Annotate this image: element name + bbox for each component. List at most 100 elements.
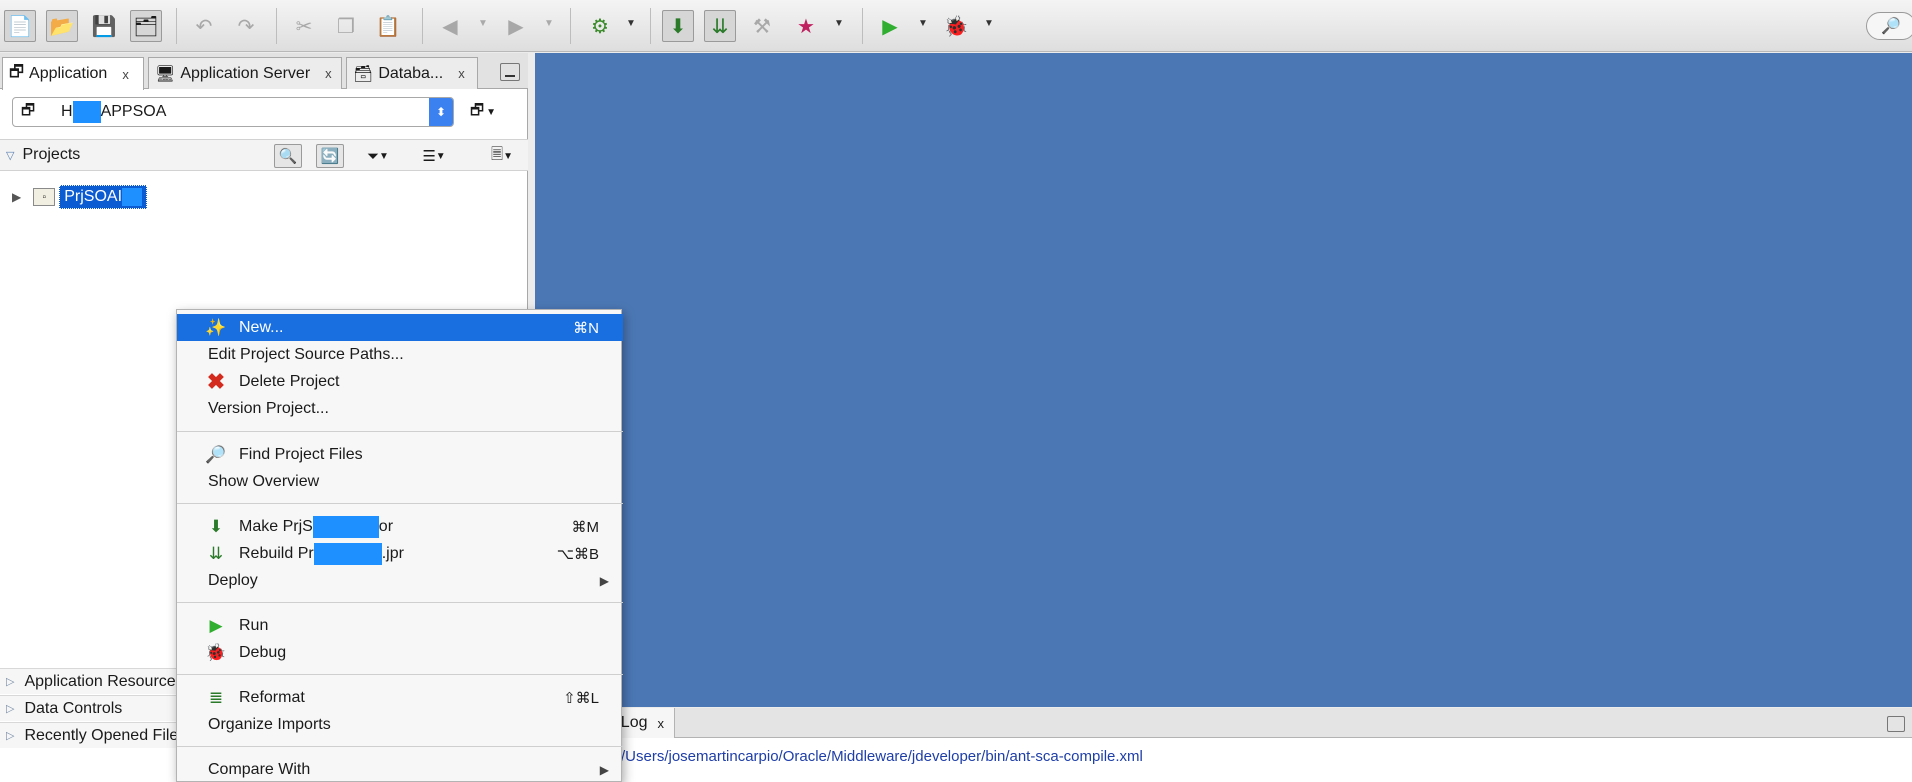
expand-triangle-icon[interactable]: ▶	[12, 190, 21, 204]
run-dropdown-icon[interactable]: ▼	[918, 18, 928, 29]
main-toolbar: 📄 📂 💾 🗂 ↶ ↷ ✂ ❐ 📋 ◀ ▼ ▶ ▼ ⚙ ▼ ⬇ ⇊ ⚒ ★ ▼ …	[0, 0, 1912, 52]
application-tab-icon: 🗗	[9, 63, 25, 81]
log-output-line[interactable]: /Users/josemartincarpio/Oracle/Middlewar…	[621, 748, 1143, 765]
menu-item-new[interactable]: ✨ New... ⌘N	[177, 314, 623, 341]
menu-item-run[interactable]: ▶ Run	[177, 612, 623, 639]
menu-item-label: Run	[239, 616, 269, 634]
expand-triangle-icon[interactable]: ▷	[6, 729, 14, 742]
chevron-down-icon: ▼	[486, 106, 496, 118]
save-all-icon[interactable]: 🗂	[130, 10, 162, 42]
reformat-icon: ≣	[208, 687, 224, 707]
collapse-triangle-icon[interactable]: ▽	[6, 149, 14, 162]
menu-item-organize-imports[interactable]: Organize Imports	[177, 711, 623, 738]
project-tree-node[interactable]: ▶ ▫ PrjSOAI	[0, 184, 148, 210]
close-icon[interactable]: x	[122, 67, 129, 82]
expand-triangle-icon[interactable]: ▷	[6, 702, 14, 715]
log-tabs: Log x	[535, 708, 1912, 738]
rebuild-icon: ⇊	[208, 543, 224, 563]
close-icon[interactable]: x	[325, 66, 332, 81]
menu-item-label: Find Project Files	[239, 445, 363, 463]
menu-item-deploy[interactable]: Deploy ▶	[177, 567, 623, 594]
close-icon[interactable]: x	[658, 716, 665, 731]
minimize-icon[interactable]	[1887, 716, 1905, 732]
menu-item-reformat[interactable]: ≣ Reformat ⇧⌘L	[177, 684, 623, 711]
back-dropdown-icon[interactable]: ▼	[478, 18, 488, 29]
binoculars-icon[interactable]: 🔎	[1866, 12, 1912, 40]
menu-item-show-overview[interactable]: Show Overview	[177, 468, 623, 495]
project-folder-icon: ▫	[33, 188, 56, 206]
sdl-dropdown-icon[interactable]: ▼	[626, 18, 636, 29]
filter-icon[interactable]: ⏷ ▼	[358, 144, 398, 168]
toolbar-separator	[422, 8, 423, 44]
menu-item-make[interactable]: ⬇ Make PrjS or ⌘M	[177, 513, 623, 540]
tab-application-server[interactable]: 🖥 Application Server x	[148, 57, 342, 89]
database-tab-icon: 🗃	[353, 65, 374, 83]
menu-item-debug[interactable]: 🐞 Debug	[177, 639, 623, 666]
server-tab-icon: 🖥	[155, 65, 176, 83]
debug-icon[interactable]: 🐞	[940, 10, 972, 42]
application-menu-button[interactable]: 🗗 ▼	[470, 99, 512, 125]
open-folder-icon[interactable]: 📂	[46, 10, 78, 42]
back-icon[interactable]: ◀	[434, 10, 466, 42]
menu-item-label: Compare With	[208, 760, 311, 778]
menu-item-label: Debug	[239, 643, 287, 661]
application-selector[interactable]: 🗗 H APPSOA ⬍	[12, 97, 454, 127]
undo-icon[interactable]: ↶	[188, 10, 220, 42]
tab-label: Log	[620, 714, 648, 731]
cut-icon[interactable]: ✂	[288, 10, 320, 42]
new-file-icon[interactable]: 📄	[4, 10, 36, 42]
run-icon[interactable]: ▶	[874, 10, 906, 42]
save-icon[interactable]: 💾	[88, 10, 120, 42]
menu-item-label: Reformat	[239, 688, 305, 706]
tab-databases[interactable]: 🗃 Databa... x	[346, 57, 478, 89]
run-icon: ▶	[209, 615, 223, 635]
tree-options-icon[interactable]: ☰ ▼	[414, 144, 454, 168]
menu-item-version-project[interactable]: Version Project...	[177, 395, 623, 422]
accordion-label: Recently Opened Files	[24, 726, 187, 744]
menu-separator	[177, 674, 623, 675]
accordion-label: Application Resources	[24, 672, 184, 690]
project-name[interactable]: PrjSOAI	[59, 184, 148, 210]
projects-header[interactable]: ▽ Projects 🔍 🔄 ⏷ ▼ ☰ ▼ 🗏 ▼	[0, 139, 528, 171]
menu-item-label: Show Overview	[208, 472, 320, 490]
zoom-icon[interactable]: 🔍	[274, 144, 302, 168]
menu-shortcut: ⌘N	[573, 319, 599, 337]
swoosh-icon[interactable]: ★	[790, 10, 822, 42]
tab-application[interactable]: 🗗 Application x	[2, 57, 144, 90]
menu-item-label: Delete Project	[239, 372, 340, 390]
clean-icon[interactable]: ⚒	[746, 10, 778, 42]
expand-triangle-icon[interactable]: ▷	[6, 675, 14, 688]
working-sets-icon[interactable]: 🗏 ▼	[482, 144, 522, 168]
debug-dropdown-icon[interactable]: ▼	[984, 18, 994, 29]
menu-item-delete-project[interactable]: ✖ Delete Project	[177, 368, 623, 395]
application-menu-icon: 🗗	[470, 101, 485, 119]
forward-icon[interactable]: ▶	[500, 10, 532, 42]
paste-icon[interactable]: 📋	[372, 10, 404, 42]
make-icon[interactable]: ⬇	[662, 10, 694, 42]
menu-item-edit-source-paths[interactable]: Edit Project Source Paths...	[177, 341, 623, 368]
forward-dropdown-icon[interactable]: ▼	[544, 18, 554, 29]
menu-item-compare-with[interactable]: Compare With ▶	[177, 756, 623, 782]
redaction	[72, 101, 101, 123]
redaction	[122, 187, 143, 206]
submenu-arrow-icon: ▶	[599, 573, 609, 588]
menu-separator	[177, 503, 623, 504]
chevron-updown-icon[interactable]: ⬍	[429, 98, 453, 126]
editor-area	[535, 53, 1912, 707]
close-icon[interactable]: x	[458, 66, 465, 81]
redaction	[313, 542, 382, 565]
tab-label: Application	[29, 65, 108, 82]
sdl-icon[interactable]: ⚙	[584, 10, 616, 42]
sync-icon[interactable]: 🔄	[316, 144, 344, 168]
menu-shortcut: ⌥⌘B	[556, 545, 599, 563]
redo-icon[interactable]: ↷	[230, 10, 262, 42]
copy-icon[interactable]: ❐	[330, 10, 362, 42]
make-icon: ⬇	[208, 516, 224, 536]
menu-separator	[177, 431, 623, 432]
menu-item-find-project-files[interactable]: 🔎 Find Project Files	[177, 441, 623, 468]
menu-item-rebuild[interactable]: ⇊ Rebuild Pr .jpr ⌥⌘B	[177, 540, 623, 567]
navigator-tabs: 🗗 Application x 🖥 Application Server x 🗃…	[0, 53, 528, 90]
minimize-icon[interactable]	[500, 63, 520, 81]
rebuild-icon[interactable]: ⇊	[704, 10, 736, 42]
swoosh-dropdown-icon[interactable]: ▼	[834, 18, 844, 29]
